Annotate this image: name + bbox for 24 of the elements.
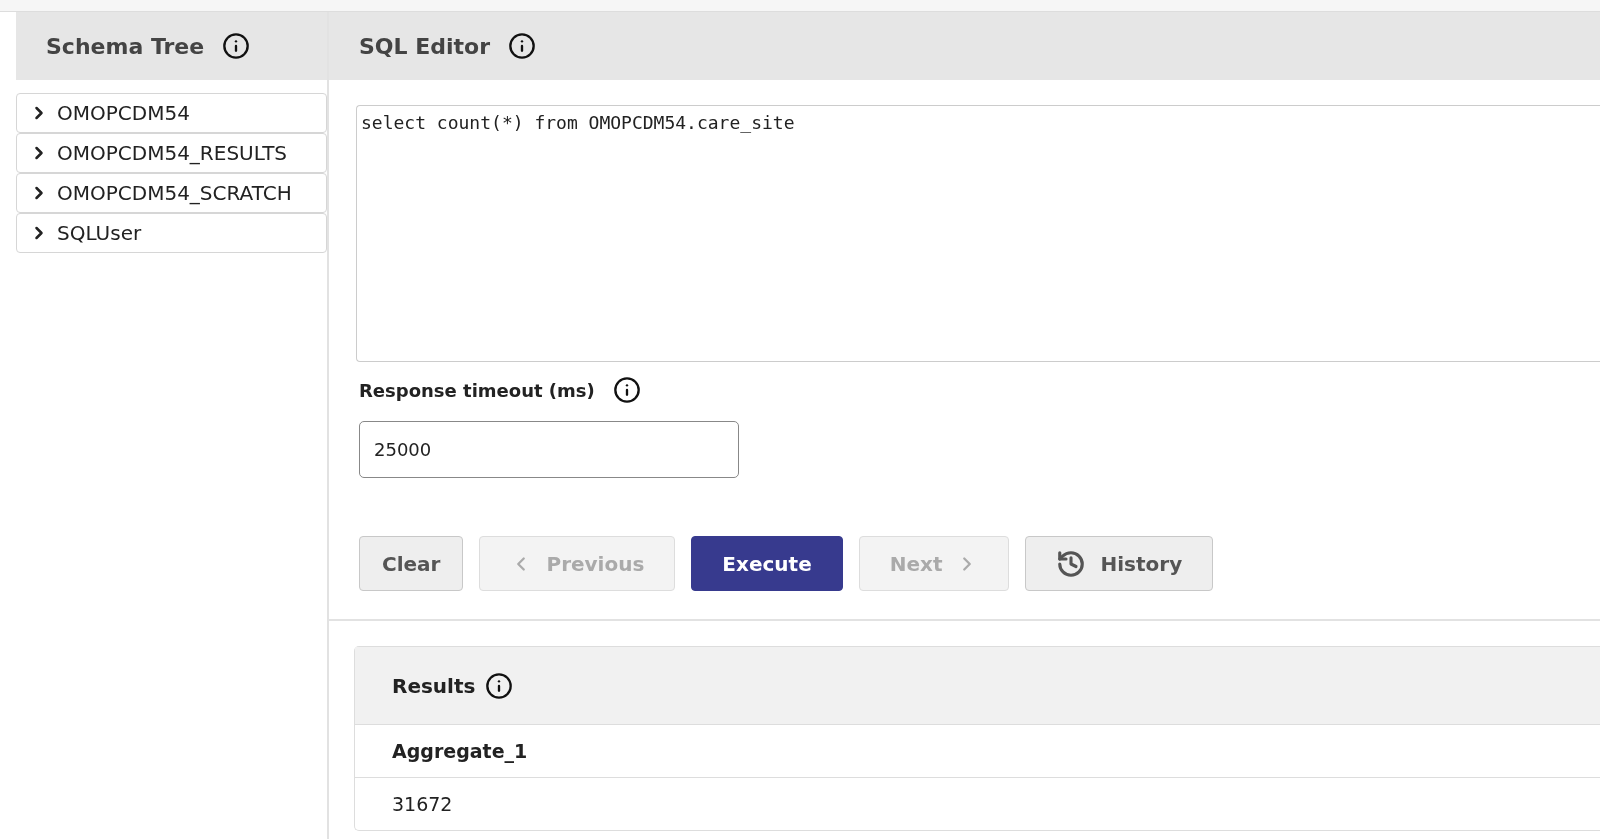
sql-query-field[interactable]: select count(*) from OMOPCDM54.care_site [356, 105, 1600, 362]
tree-item-label: OMOPCDM54 [57, 101, 190, 125]
tree-item[interactable]: OMOPCDM54 [16, 93, 327, 133]
tree-item-label: SQLUser [57, 221, 142, 245]
execute-button[interactable]: Execute [691, 536, 843, 591]
action-button[interactable]: History [1025, 536, 1214, 591]
tree-item[interactable]: OMOPCDM54_SCRATCH [16, 173, 327, 213]
table-cell: 31672 [392, 793, 453, 815]
timeout-input[interactable]: 25000 [359, 421, 739, 478]
tree-item[interactable]: SQLUser [16, 213, 327, 253]
info-icon[interactable] [612, 376, 641, 404]
tree-item-label: OMOPCDM54_SCRATCH [57, 181, 292, 205]
tree-item[interactable]: OMOPCDM54_RESULTS [16, 133, 327, 173]
panel-title: SQL Editor [359, 33, 491, 59]
column-header: Aggregate_1 [392, 740, 528, 762]
info-icon[interactable] [508, 32, 537, 60]
history-icon [1056, 548, 1087, 579]
field-label: Response timeout (ms) [359, 379, 595, 401]
tree-item-label: OMOPCDM54_RESULTS [57, 141, 288, 165]
card-title: Results [392, 673, 476, 698]
info-icon[interactable] [222, 32, 251, 60]
info-icon[interactable] [485, 671, 514, 700]
panel-title: Schema Tree [46, 33, 205, 59]
action-button[interactable]: Clear [359, 536, 464, 591]
